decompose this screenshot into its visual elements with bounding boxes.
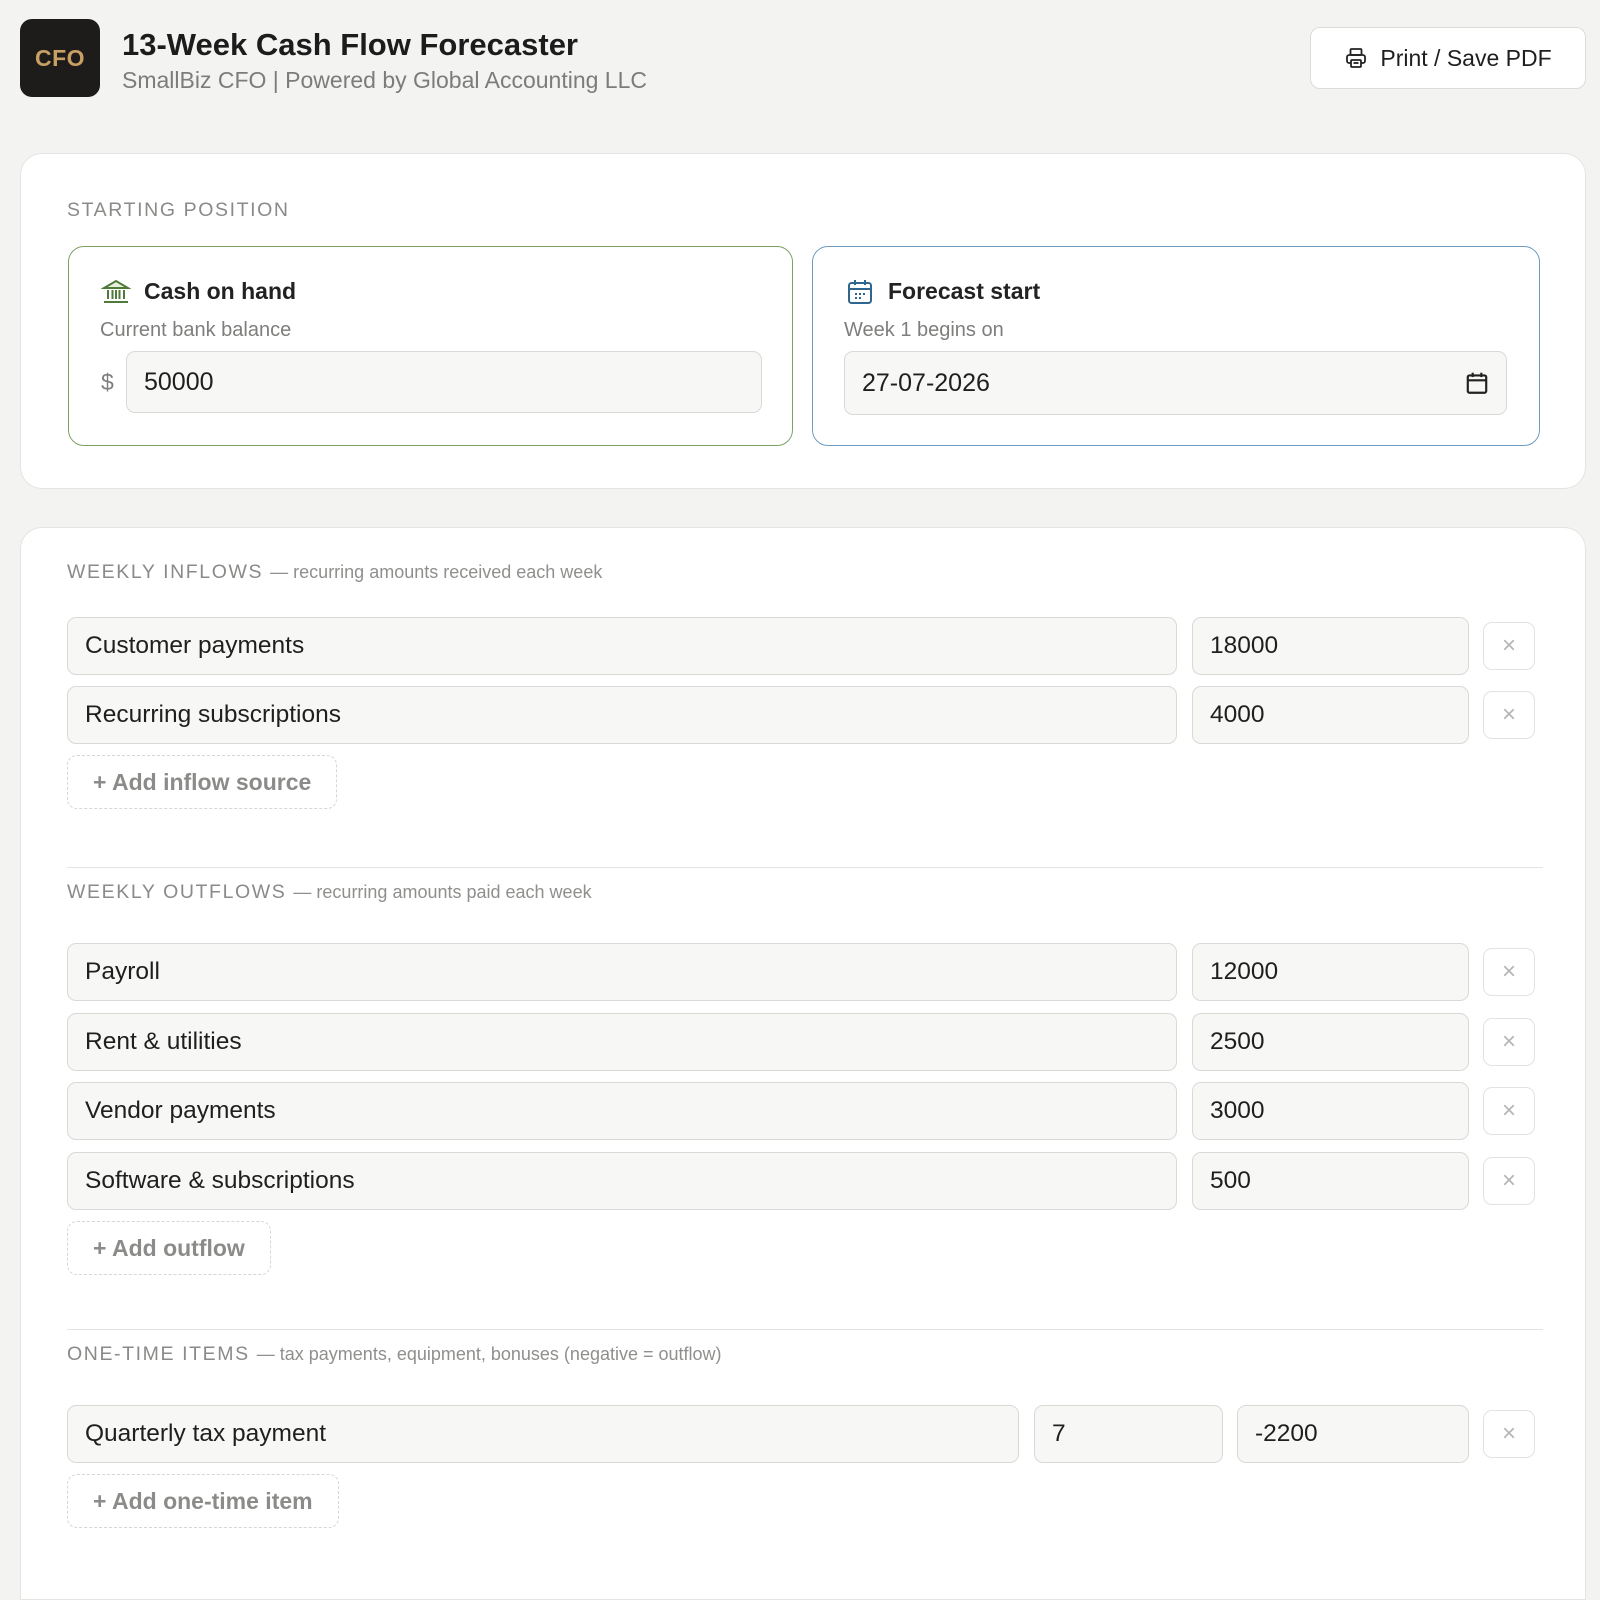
close-icon: × (1501, 1420, 1516, 1447)
remove-one-time-button[interactable]: × (1483, 1410, 1535, 1458)
close-icon: × (1501, 958, 1516, 985)
section-divider (67, 1329, 1543, 1330)
printer-icon (1346, 48, 1367, 68)
add-inflow-source-button[interactable]: + Add inflow source (67, 755, 338, 809)
forecast-start-title: Forecast start (888, 278, 1041, 304)
remove-outflow-button[interactable]: × (1483, 1157, 1535, 1205)
close-icon: × (1501, 1097, 1516, 1124)
close-icon: × (1501, 1167, 1516, 1194)
print-button-label: Print / Save PDF (1380, 44, 1552, 71)
section-divider (67, 867, 1543, 868)
close-icon: × (1501, 1028, 1516, 1055)
weekly-outflows-label: WEEKLY OUTFLOWS (67, 881, 287, 903)
inflow-amount-input[interactable]: 4000 (1192, 686, 1469, 744)
cfo-logo: CFO (20, 19, 100, 97)
outflow-amount-input[interactable]: 500 (1192, 1152, 1469, 1210)
close-icon: × (1501, 632, 1516, 659)
forecast-start-date-input[interactable]: 27-07-2026 (844, 351, 1507, 415)
weekly-inflows-heading: WEEKLY INFLOWS — recurring amounts recei… (67, 561, 602, 584)
outflow-name-input[interactable]: Vendor payments (67, 1082, 1177, 1140)
weekly-outflows-hint: — recurring amounts paid each week (293, 882, 592, 902)
inflow-amount-input[interactable]: 18000 (1192, 617, 1469, 675)
one-time-items-hint: — tax payments, equipment, bonuses (nega… (256, 1344, 722, 1364)
currency-symbol: $ (101, 369, 114, 395)
one-time-items-heading: ONE-TIME ITEMS — tax payments, equipment… (67, 1343, 722, 1366)
one-time-week-input[interactable]: 7 (1034, 1405, 1223, 1463)
cash-on-hand-input[interactable]: 50000 (126, 351, 762, 413)
inflow-name-input[interactable]: Recurring subscriptions (67, 686, 1177, 744)
one-time-items-label: ONE-TIME ITEMS (67, 1343, 250, 1365)
weekly-outflows-heading: WEEKLY OUTFLOWS — recurring amounts paid… (67, 881, 592, 904)
bank-icon (101, 279, 131, 303)
remove-inflow-button[interactable]: × (1483, 622, 1535, 670)
outflow-amount-input[interactable]: 2500 (1192, 1013, 1469, 1071)
calendar-icon (848, 280, 872, 304)
remove-outflow-button[interactable]: × (1483, 948, 1535, 996)
outflow-name-input[interactable]: Payroll (67, 943, 1177, 1001)
forecast-start-date-value: 27-07-2026 (862, 368, 990, 397)
one-time-name-input[interactable]: Quarterly tax payment (67, 1405, 1019, 1463)
app-header: CFO 13-Week Cash Flow Forecaster SmallBi… (20, 19, 1586, 97)
date-picker-icon[interactable] (1464, 370, 1490, 396)
weekly-inflows-label: WEEKLY INFLOWS (67, 561, 264, 583)
page-title: 13-Week Cash Flow Forecaster (122, 27, 578, 62)
forecast-start-subtitle: Week 1 begins on (844, 319, 1004, 341)
close-icon: × (1501, 701, 1516, 728)
forecast-start-box: Forecast start Week 1 begins on 27-07-20… (812, 246, 1540, 446)
page-subtitle: SmallBiz CFO | Powered by Global Account… (122, 67, 647, 93)
remove-outflow-button[interactable]: × (1483, 1087, 1535, 1135)
outflow-amount-input[interactable]: 12000 (1192, 943, 1469, 1001)
cash-on-hand-title: Cash on hand (144, 278, 297, 304)
flows-card: WEEKLY INFLOWS — recurring amounts recei… (20, 527, 1586, 1600)
add-one-time-item-button[interactable]: + Add one-time item (67, 1474, 339, 1528)
one-time-amount-input[interactable]: -2200 (1237, 1405, 1469, 1463)
starting-position-label: STARTING POSITION (67, 199, 290, 221)
starting-position-card: STARTING POSITION Cash on hand Current b… (20, 153, 1586, 489)
cash-on-hand-box: Cash on hand Current bank balance $ 5000… (68, 246, 793, 446)
remove-inflow-button[interactable]: × (1483, 691, 1535, 739)
outflow-name-input[interactable]: Software & subscriptions (67, 1152, 1177, 1210)
outflow-amount-input[interactable]: 3000 (1192, 1082, 1469, 1140)
print-save-pdf-button[interactable]: Print / Save PDF (1310, 27, 1586, 89)
outflow-name-input[interactable]: Rent & utilities (67, 1013, 1177, 1071)
inflow-name-input[interactable]: Customer payments (67, 617, 1177, 675)
weekly-inflows-hint: — recurring amounts received each week (270, 562, 603, 582)
add-outflow-button[interactable]: + Add outflow (67, 1221, 271, 1275)
cash-on-hand-subtitle: Current bank balance (100, 319, 292, 341)
remove-outflow-button[interactable]: × (1483, 1018, 1535, 1066)
